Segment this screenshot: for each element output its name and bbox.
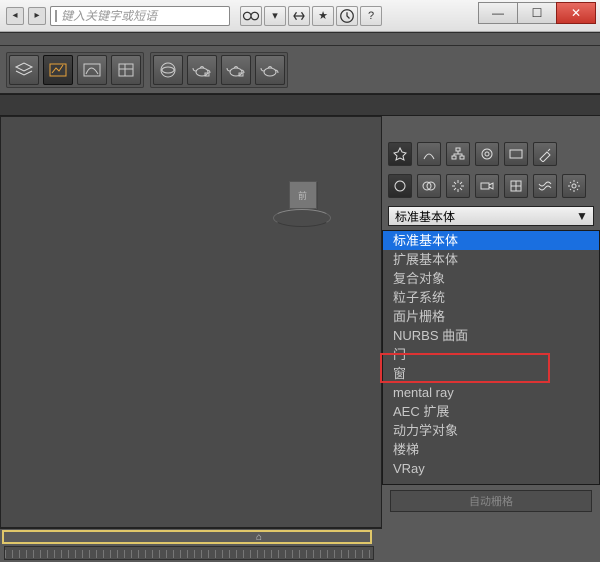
titlebar-tool-icons: ▾ ★ ? (240, 6, 382, 26)
utilities-tab-icon[interactable] (533, 142, 557, 166)
favorite-icon[interactable]: ★ (312, 6, 334, 26)
dropdown-item[interactable]: 楼梯 (383, 440, 599, 459)
viewport-inner: 前 (1, 117, 381, 527)
viewcube[interactable]: 前 (267, 177, 337, 239)
dropdown-item[interactable]: 粒子系统 (383, 288, 599, 307)
dropdown-item[interactable]: 标准基本体 (383, 231, 599, 250)
help-icon[interactable]: ? (360, 6, 382, 26)
titlebar-left: ◂ ▸ 键入关键字或短语 ▾ ★ ? (0, 6, 382, 26)
main-toolbar (0, 46, 600, 94)
autogrid-label: 自动栅格 (469, 493, 513, 509)
command-panel-tabs (382, 138, 600, 170)
motion-tab-icon[interactable] (475, 142, 499, 166)
display-tab-icon[interactable] (504, 142, 528, 166)
dropdown-item[interactable]: 动力学对象 (383, 421, 599, 440)
systems-icon[interactable] (562, 174, 586, 198)
command-panel: 标准基本体 ▼ 标准基本体 扩展基本体 复合对象 粒子系统 面片栅格 NURBS… (382, 138, 600, 562)
binoculars-icon[interactable] (240, 6, 262, 26)
dropdown-item[interactable]: 复合对象 (383, 269, 599, 288)
curve-editor-icon[interactable] (77, 55, 107, 85)
dropdown-item[interactable]: 扩展基本体 (383, 250, 599, 269)
help-dropdown-icon[interactable]: ▾ (264, 6, 286, 26)
toolbar-group-2 (150, 52, 288, 88)
titlebar: ◂ ▸ 键入关键字或短语 ▾ ★ ? — ☐ ✕ (0, 0, 600, 32)
dropdown-item[interactable]: mental ray (383, 383, 599, 402)
create-category-row (382, 170, 600, 202)
dropdown-item[interactable]: 窗 (383, 364, 599, 383)
render-teapot-c-icon[interactable] (255, 55, 285, 85)
panel-bottom-strip (382, 516, 600, 538)
dropdown-item[interactable]: VRay (383, 459, 599, 478)
geometry-icon[interactable] (388, 174, 412, 198)
close-button[interactable]: ✕ (556, 2, 596, 24)
window-controls: — ☐ ✕ (478, 2, 596, 24)
render-teapot-a-icon[interactable] (187, 55, 217, 85)
cameras-icon[interactable] (475, 174, 499, 198)
ribbon-strip (0, 94, 600, 116)
spacewarps-icon[interactable] (533, 174, 557, 198)
modify-tab-icon[interactable] (417, 142, 441, 166)
recent-icon[interactable] (336, 6, 358, 26)
shapes-icon[interactable] (417, 174, 441, 198)
layers-icon[interactable] (9, 55, 39, 85)
material-checker-icon[interactable] (153, 55, 183, 85)
hierarchy-tab-icon[interactable] (446, 142, 470, 166)
viewport[interactable]: 前 (0, 116, 382, 528)
maximize-button[interactable]: ☐ (517, 2, 557, 24)
dropdown-item[interactable]: 门 (383, 345, 599, 364)
chevron-down-icon: ▼ (575, 209, 589, 223)
geometry-type-dropdown-list: 标准基本体 扩展基本体 复合对象 粒子系统 面片栅格 NURBS 曲面 门 窗 … (382, 230, 600, 485)
render-teapot-b-icon[interactable] (221, 55, 251, 85)
dropdown-item[interactable]: AEC 扩展 (383, 402, 599, 421)
dropdown-selected-label: 标准基本体 (395, 208, 455, 225)
dropdown-item[interactable]: NURBS 曲面 (383, 326, 599, 345)
timeline-track[interactable] (4, 546, 374, 560)
lights-icon[interactable] (446, 174, 470, 198)
search-input[interactable]: 键入关键字或短语 (50, 6, 230, 26)
create-tab-icon[interactable] (388, 142, 412, 166)
link-icon[interactable] (288, 6, 310, 26)
history-back-icon[interactable]: ◂ (6, 7, 24, 25)
graph-editor-icon[interactable] (43, 55, 73, 85)
schematic-view-icon[interactable] (111, 55, 141, 85)
autogrid-button[interactable]: 自动栅格 (390, 490, 592, 512)
viewcube-ring-icon[interactable] (273, 209, 331, 227)
key-icon: ⌂ (256, 532, 268, 544)
minimize-button[interactable]: — (478, 2, 518, 24)
helpers-icon[interactable] (504, 174, 528, 198)
viewcube-face[interactable]: 前 (289, 181, 317, 209)
geometry-type-dropdown[interactable]: 标准基本体 ▼ (388, 206, 594, 226)
menu-bar (0, 32, 600, 46)
history-forward-icon[interactable]: ▸ (28, 7, 46, 25)
cursor-icon (55, 10, 57, 22)
toolbar-group-1 (6, 52, 144, 88)
dropdown-item[interactable]: 面片栅格 (383, 307, 599, 326)
timeline-selection[interactable] (2, 530, 372, 544)
search-placeholder: 键入关键字或短语 (61, 7, 157, 24)
